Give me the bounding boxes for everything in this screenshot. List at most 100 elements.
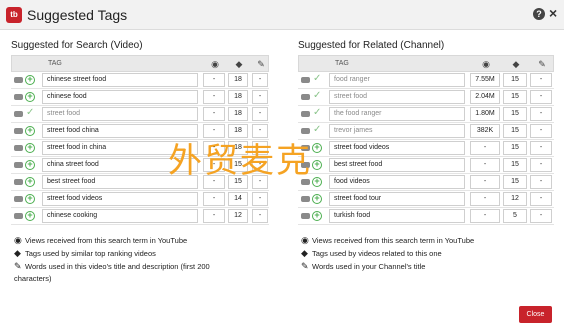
remove-icon[interactable] bbox=[301, 77, 310, 83]
eye-icon: ◉ bbox=[482, 59, 490, 69]
remove-icon[interactable] bbox=[14, 179, 23, 185]
tag-label: best street food bbox=[47, 178, 96, 185]
remove-icon[interactable] bbox=[14, 111, 23, 117]
words-value: - bbox=[530, 90, 552, 104]
table-row: ✓ street food 2.04M 15- bbox=[298, 89, 554, 106]
tag-label: chinese cooking bbox=[47, 212, 98, 219]
tag-label: street food in china bbox=[47, 144, 107, 151]
legend-text: Tags used by videos related to this one bbox=[312, 249, 442, 258]
table-row: + best street food -15- bbox=[298, 157, 554, 174]
words-value: - bbox=[530, 158, 552, 172]
add-icon[interactable]: + bbox=[312, 194, 322, 204]
tag-cell: trevor james bbox=[329, 124, 465, 138]
remove-icon[interactable] bbox=[14, 196, 23, 202]
check-icon: ✓ bbox=[313, 73, 322, 84]
words-value: - bbox=[530, 141, 552, 155]
tag-cell: chinese cooking bbox=[42, 209, 198, 223]
search-legend: ◉ Views received from this search term in… bbox=[14, 234, 210, 285]
table-row: ✓ trevor james 382K 15- bbox=[298, 123, 554, 140]
similar-value: 15 bbox=[503, 124, 527, 138]
add-icon[interactable]: + bbox=[312, 143, 322, 153]
add-icon[interactable]: + bbox=[25, 75, 35, 85]
table-row: ✓ food ranger 7.55M 15- bbox=[298, 72, 554, 89]
tag-cell: best street food bbox=[329, 158, 465, 172]
close-icon[interactable]: × bbox=[549, 5, 557, 21]
table-row: + chinese street food -18- bbox=[11, 72, 269, 89]
tag-cell: the food ranger bbox=[329, 107, 465, 121]
views-value: 2.04M bbox=[470, 90, 500, 104]
tag-label: the food ranger bbox=[334, 110, 382, 117]
remove-icon[interactable] bbox=[301, 213, 310, 219]
similar-value: 18 bbox=[228, 107, 248, 121]
views-value: - bbox=[203, 73, 225, 87]
similar-value: 15 bbox=[503, 158, 527, 172]
add-icon[interactable]: + bbox=[25, 160, 35, 170]
similar-value: 15 bbox=[503, 141, 527, 155]
views-value: - bbox=[203, 192, 225, 206]
eye-icon: ◉ bbox=[14, 235, 22, 245]
tag-cell: street food bbox=[329, 90, 465, 104]
words-value: - bbox=[252, 73, 268, 87]
eye-icon: ◉ bbox=[301, 235, 309, 245]
tag-label: turkish food bbox=[334, 212, 371, 219]
pencil-icon: ✎ bbox=[301, 261, 309, 271]
add-icon[interactable]: + bbox=[25, 211, 35, 221]
add-icon[interactable]: + bbox=[25, 194, 35, 204]
remove-icon[interactable] bbox=[301, 94, 310, 100]
related-tags-table: TAG ◉ ◆ ✎ ✓ food ranger 7.55M 15- ✓ street food 2.… bbox=[298, 55, 554, 225]
table-row: + chinese food -18- bbox=[11, 89, 269, 106]
add-icon[interactable]: + bbox=[312, 211, 322, 221]
remove-icon[interactable] bbox=[14, 213, 23, 219]
remove-icon[interactable] bbox=[301, 196, 310, 202]
views-value: - bbox=[203, 209, 225, 223]
legend-item: ◆ Tags used by similar top ranking videos bbox=[14, 247, 210, 260]
pencil-icon: ✎ bbox=[257, 59, 265, 69]
legend-text: Words used in your Channel's title bbox=[312, 262, 426, 271]
table-header: TAG ◉ ◆ ✎ bbox=[298, 55, 554, 72]
remove-icon[interactable] bbox=[301, 111, 310, 117]
related-legend: ◉ Views received from this search term in… bbox=[301, 234, 474, 273]
add-icon[interactable]: + bbox=[25, 143, 35, 153]
close-button[interactable]: Close bbox=[519, 306, 552, 323]
views-value: - bbox=[470, 175, 500, 189]
words-value: - bbox=[252, 192, 268, 206]
table-row: ✓ street food -18- bbox=[11, 106, 269, 123]
legend-text: Views received from this search term in … bbox=[25, 236, 188, 245]
remove-icon[interactable] bbox=[14, 128, 23, 134]
similar-value: 18 bbox=[228, 90, 248, 104]
table-row: + food videos -15- bbox=[298, 174, 554, 191]
remove-icon[interactable] bbox=[14, 94, 23, 100]
tag-label: china street food bbox=[47, 161, 99, 168]
tag-cell: street food bbox=[42, 107, 198, 121]
help-icon[interactable]: ? bbox=[533, 8, 545, 20]
add-icon[interactable]: + bbox=[312, 160, 322, 170]
table-header: TAG ◉ ◆ ✎ bbox=[11, 55, 269, 72]
legend-item: ✎ Words used in your Channel's title bbox=[301, 260, 474, 273]
similar-value: 15 bbox=[503, 175, 527, 189]
add-icon[interactable]: + bbox=[25, 126, 35, 136]
tag-label: street food videos bbox=[47, 195, 103, 202]
table-row: + turkish food -5- bbox=[298, 208, 554, 225]
legend-item: ✎ Words used in this video's title and de… bbox=[14, 260, 210, 273]
add-icon[interactable]: + bbox=[25, 92, 35, 102]
legend-item: ◉ Views received from this search term in… bbox=[301, 234, 474, 247]
similar-value: 12 bbox=[228, 209, 248, 223]
views-value: 7.55M bbox=[470, 73, 500, 87]
legend-item: ◆ Tags used by videos related to this one bbox=[301, 247, 474, 260]
add-icon[interactable]: + bbox=[312, 177, 322, 187]
check-icon: ✓ bbox=[313, 107, 322, 118]
legend-text: Views received from this search term in … bbox=[312, 236, 475, 245]
words-value: - bbox=[530, 124, 552, 138]
similar-value: 15 bbox=[503, 90, 527, 104]
pencil-icon: ✎ bbox=[538, 59, 546, 69]
remove-icon[interactable] bbox=[14, 162, 23, 168]
legend-text: characters) bbox=[14, 274, 52, 283]
remove-icon[interactable] bbox=[14, 77, 23, 83]
table-row: + chinese cooking -12- bbox=[11, 208, 269, 225]
similar-value: 15 bbox=[503, 107, 527, 121]
check-icon: ✓ bbox=[313, 90, 322, 101]
add-icon[interactable]: + bbox=[25, 177, 35, 187]
remove-icon[interactable] bbox=[14, 145, 23, 151]
views-value: 382K bbox=[470, 124, 500, 138]
watermark: 外贸麦克 bbox=[168, 141, 312, 181]
